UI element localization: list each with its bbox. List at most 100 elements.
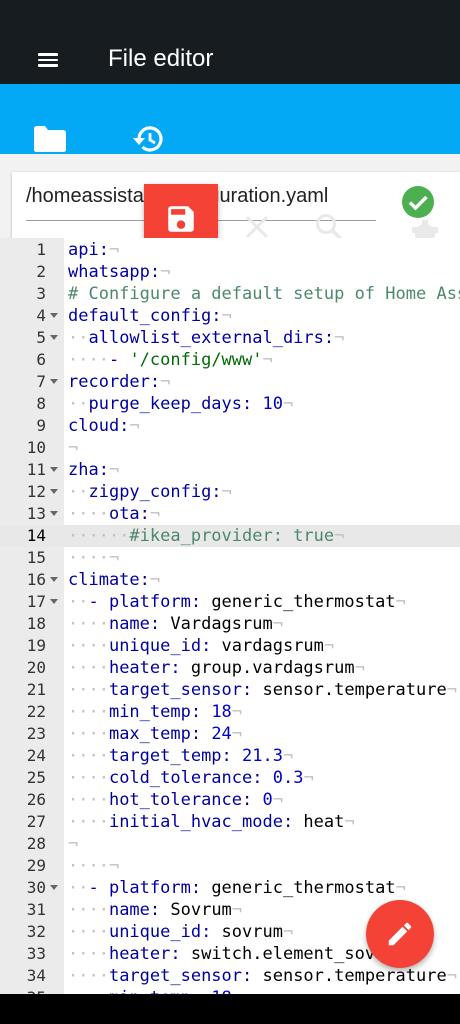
code-text: ··allowlist_external_dirs:¬: [68, 328, 345, 348]
line-number: 10: [26, 438, 46, 457]
line-number: 4: [36, 306, 46, 325]
folder-icon[interactable]: [32, 125, 68, 153]
code-editor[interactable]: 1 api:¬ 2 whatsapp:¬ 3 # Configure a default …: [0, 238, 460, 994]
fold-arrow-icon[interactable]: [50, 577, 58, 582]
code-line[interactable]: 35 ····min_temp: 18¬: [0, 987, 460, 994]
code-line[interactable]: 18 ····name: Vardagsrum¬: [0, 613, 460, 635]
code-text: ····min_temp: 18¬: [68, 702, 243, 722]
line-number: 3: [36, 284, 46, 303]
line-number: 30: [26, 878, 46, 897]
code-text: cloud:¬: [68, 416, 140, 436]
code-text: ····- '/config/www'¬: [68, 350, 273, 370]
line-number: 25: [26, 768, 46, 787]
fold-arrow-icon[interactable]: [50, 313, 58, 318]
code-text: ¬: [68, 834, 79, 854]
code-text: ····name: Sovrum¬: [68, 900, 243, 920]
fold-arrow-icon[interactable]: [50, 467, 58, 472]
code-text: ····min_temp: 18¬: [68, 987, 242, 994]
line-number: 16: [26, 570, 46, 589]
menu-icon[interactable]: [38, 51, 60, 69]
app-title: File editor: [108, 45, 214, 72]
fold-arrow-icon[interactable]: [50, 511, 58, 516]
code-text: default_config:¬: [68, 306, 232, 326]
code-line[interactable]: 27 ····initial_hvac_mode: heat¬: [0, 811, 460, 833]
code-text: ··purge_keep_days: 10¬: [68, 394, 294, 414]
code-line[interactable]: 23 ····max_temp: 24¬: [0, 723, 460, 745]
code-line[interactable]: 8 ··purge_keep_days: 10¬: [0, 393, 460, 415]
code-text: # Configure a default setup of Home Assi…: [68, 284, 460, 304]
code-text: whatsapp:¬: [68, 262, 171, 282]
code-line[interactable]: 1 api:¬: [0, 239, 460, 261]
line-number: 15: [26, 548, 46, 567]
code-text: ····heater: group.vardagsrum¬: [68, 658, 365, 678]
code-line[interactable]: 24 ····target_temp: 21.3¬: [0, 745, 460, 767]
code-line[interactable]: 30 ··- platform: generic_thermostat¬: [0, 877, 460, 899]
code-line[interactable]: 14 ······#ikea_provider: true¬: [0, 525, 460, 547]
code-line[interactable]: 11 zha:¬: [0, 459, 460, 481]
code-text: recorder:¬: [68, 372, 171, 392]
edit-button[interactable]: [366, 900, 434, 968]
line-number: 11: [26, 460, 46, 479]
fold-arrow-icon[interactable]: [50, 379, 58, 384]
fold-arrow-icon[interactable]: [50, 335, 58, 340]
line-number: 5: [36, 328, 46, 347]
code-line[interactable]: 2 whatsapp:¬: [0, 261, 460, 283]
fold-arrow-icon[interactable]: [50, 489, 58, 494]
code-text: ····target_temp: 21.3¬: [68, 746, 294, 766]
line-number: 12: [26, 482, 46, 501]
close-icon[interactable]: [244, 214, 270, 240]
code-line[interactable]: 17 ··- platform: generic_thermostat¬: [0, 591, 460, 613]
code-line[interactable]: 20 ····heater: group.vardagsrum¬: [0, 657, 460, 679]
line-number: 9: [36, 416, 46, 435]
code-line[interactable]: 25 ····cold_tolerance: 0.3¬: [0, 767, 460, 789]
line-number: 29: [26, 856, 46, 875]
code-line[interactable]: 13 ····ota:¬: [0, 503, 460, 525]
code-text: ····¬: [68, 548, 120, 568]
line-number: 27: [26, 812, 46, 831]
code-line[interactable]: 12 ··zigpy_config:¬: [0, 481, 460, 503]
code-line[interactable]: 16 climate:¬: [0, 569, 460, 591]
line-number: 7: [36, 372, 46, 391]
line-number: 35: [0, 987, 46, 994]
code-line[interactable]: 3 # Configure a default setup of Home Ass…: [0, 283, 460, 305]
code-line[interactable]: 22 ····min_temp: 18¬: [0, 701, 460, 723]
code-line[interactable]: 10 ¬: [0, 437, 460, 459]
code-text: ····target_sensor: sensor.temperature¬: [68, 680, 457, 700]
app-bar: [0, 30, 460, 84]
line-number: 32: [26, 922, 46, 941]
code-line[interactable]: 15 ····¬: [0, 547, 460, 569]
code-line[interactable]: 19 ····unique_id: vardagsrum¬: [0, 635, 460, 657]
code-line[interactable]: 4 default_config:¬: [0, 305, 460, 327]
code-line[interactable]: 7 recorder:¬: [0, 371, 460, 393]
line-number: 20: [26, 658, 46, 677]
code-line[interactable]: 34 ····target_sensor: sensor.temperature¬: [0, 965, 460, 987]
code-line[interactable]: 29 ····¬: [0, 855, 460, 877]
pencil-icon: [388, 922, 412, 946]
code-text: ····initial_hvac_mode: heat¬: [68, 812, 355, 832]
code-text: ····ota:¬: [68, 504, 161, 524]
code-text: ····cold_tolerance: 0.3¬: [68, 768, 314, 788]
code-line[interactable]: 28 ¬: [0, 833, 460, 855]
code-text: ····heater: switch.element_sovrum¬: [68, 944, 416, 964]
line-number: 31: [26, 900, 46, 919]
line-number: 8: [36, 394, 46, 413]
history-icon[interactable]: [131, 122, 167, 156]
code-line[interactable]: 26 ····hot_tolerance: 0¬: [0, 789, 460, 811]
line-number: 23: [26, 724, 46, 743]
fold-arrow-icon[interactable]: [50, 599, 58, 604]
code-text: ····unique_id: sovrum¬: [68, 922, 294, 942]
code-text: ····name: Vardagsrum¬: [68, 614, 283, 634]
code-text: ····unique_id: vardagsrum¬: [68, 636, 335, 656]
line-number: 34: [26, 966, 46, 985]
code-line[interactable]: 6 ····- '/config/www'¬: [0, 349, 460, 371]
line-number: 6: [36, 350, 46, 369]
code-text: ··- platform: generic_thermostat¬: [68, 878, 406, 898]
code-line[interactable]: 5 ··allowlist_external_dirs:¬: [0, 327, 460, 349]
line-number: 2: [36, 262, 46, 281]
code-line[interactable]: 9 cloud:¬: [0, 415, 460, 437]
line-number: 22: [26, 702, 46, 721]
line-number: 13: [26, 504, 46, 523]
code-text: ··- platform: generic_thermostat¬: [68, 592, 406, 612]
fold-arrow-icon[interactable]: [50, 885, 58, 890]
code-line[interactable]: 21 ····target_sensor: sensor.temperature¬: [0, 679, 460, 701]
